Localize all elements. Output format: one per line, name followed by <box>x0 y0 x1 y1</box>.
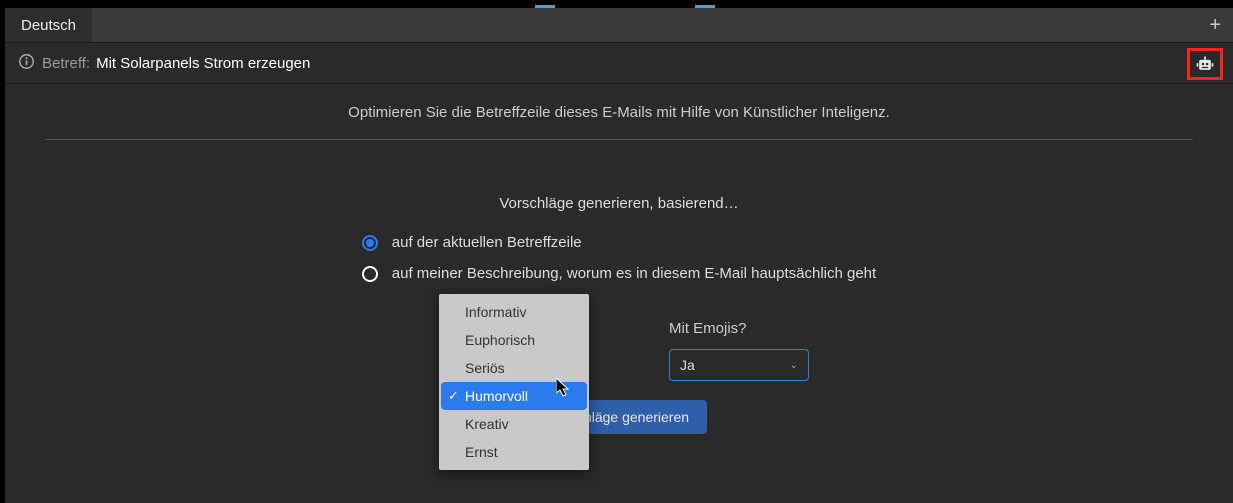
radio-indicator <box>362 266 378 282</box>
subject-bar: Betreff: Mit Solarpanels Strom erzeugen <box>5 42 1233 84</box>
divider <box>45 139 1193 140</box>
tone-option-informativ[interactable]: Informativ <box>439 298 589 326</box>
radio-group: auf der aktuellen Betreffzeile auf meine… <box>362 234 876 296</box>
emoji-selector-group: Mit Emojis? Ja ⌄ <box>669 320 809 381</box>
tone-option-serios[interactable]: Seriös <box>439 354 589 382</box>
emoji-select-value: Ja <box>680 357 695 373</box>
robot-icon <box>1195 56 1215 72</box>
language-tab[interactable]: Deutsch <box>5 8 92 42</box>
radio-current-subject[interactable]: auf der aktuellen Betreffzeile <box>362 234 876 251</box>
tone-option-kreativ[interactable]: Kreativ <box>439 410 589 438</box>
tone-option-humorvoll[interactable]: Humorvoll <box>441 382 587 410</box>
add-tab-button[interactable]: + <box>1209 8 1221 42</box>
intro-text: Optimieren Sie die Betreffzeile dieses E… <box>35 104 1203 121</box>
emoji-label: Mit Emojis? <box>669 320 809 337</box>
radio-label: auf meiner Beschreibung, worum es in die… <box>392 265 876 282</box>
radio-description[interactable]: auf meiner Beschreibung, worum es in die… <box>362 265 876 282</box>
main-content: Optimieren Sie die Betreffzeile dieses E… <box>5 84 1233 503</box>
language-tab-label: Deutsch <box>21 17 76 34</box>
radio-label: auf der aktuellen Betreffzeile <box>392 234 582 251</box>
tab-bar: Deutsch + <box>5 8 1233 42</box>
ai-assistant-button[interactable] <box>1187 48 1223 80</box>
chevron-down-icon: ⌄ <box>790 360 798 371</box>
info-icon <box>19 54 34 73</box>
section-title: Vorschläge generieren, basierend… <box>35 195 1203 212</box>
tone-option-ernst[interactable]: Ernst <box>439 438 589 466</box>
subject-text: Mit Solarpanels Strom erzeugen <box>96 55 310 72</box>
subject-label: Betreff: <box>42 55 90 72</box>
tone-dropdown[interactable]: Informativ Euphorisch Seriös Humorvoll K… <box>439 294 589 470</box>
radio-indicator <box>362 235 378 251</box>
emoji-select[interactable]: Ja ⌄ <box>669 349 809 381</box>
tone-option-euphorisch[interactable]: Euphorisch <box>439 326 589 354</box>
